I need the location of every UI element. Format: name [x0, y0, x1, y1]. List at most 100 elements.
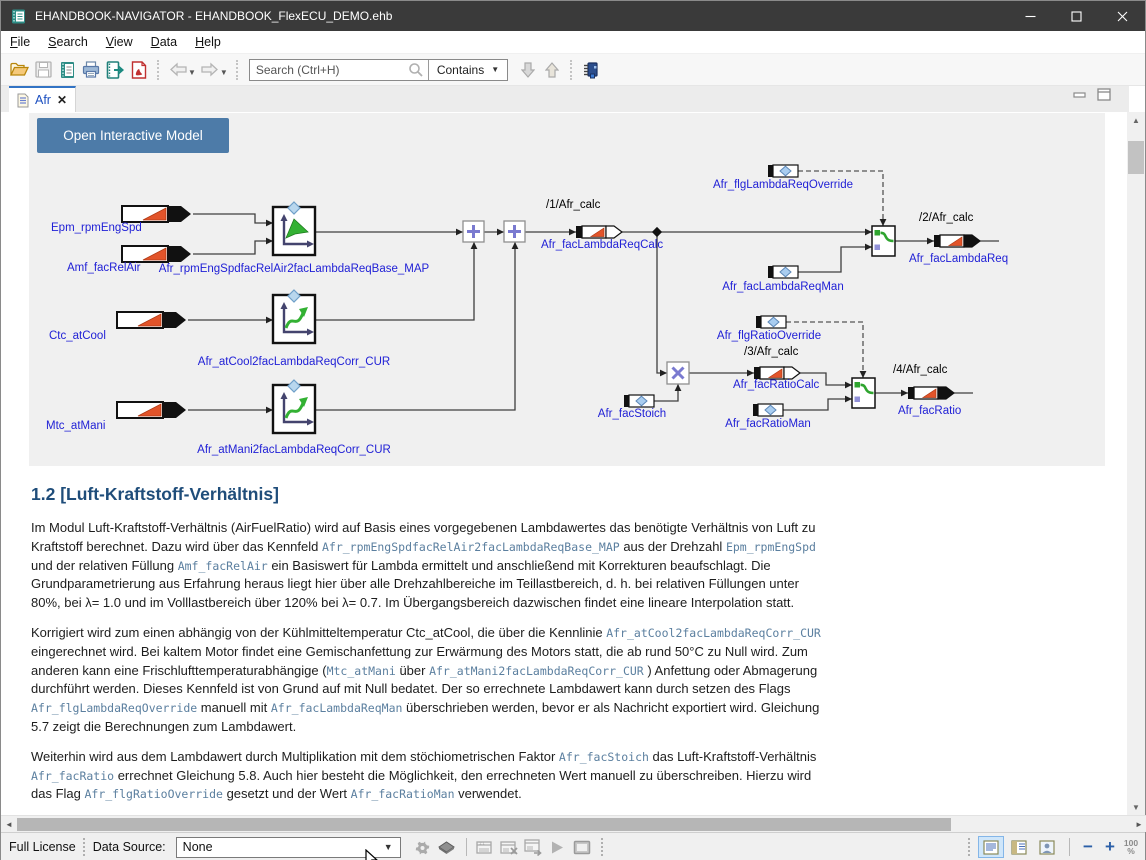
ecu-chip-icon[interactable]: [435, 836, 459, 858]
document-viewport[interactable]: Open Interactive Model Epm_rpmEngSpdAmf_…: [1, 112, 1129, 815]
split-view-icon[interactable]: [1006, 836, 1032, 858]
block-cur[interactable]: [273, 380, 315, 433]
back-history-caret[interactable]: ▼: [188, 68, 196, 77]
print-icon[interactable]: [79, 58, 103, 82]
arrowhead: [747, 370, 754, 377]
arrowhead: [860, 371, 867, 378]
menu-data[interactable]: Data: [142, 32, 186, 52]
scroll-up-icon[interactable]: ▲: [1127, 112, 1145, 128]
display-icon: [570, 836, 594, 858]
diagram-signal-label[interactable]: Afr_facLambdaReqMan: [722, 281, 843, 293]
model-element-link[interactable]: Afr_atMani2facLambdaReqCorr_CUR: [429, 664, 644, 678]
vertical-scroll-thumb[interactable]: [1128, 141, 1144, 174]
signal-marker-cal[interactable]: [768, 266, 798, 278]
diagram-signal-label[interactable]: Afr_flgRatioOverride: [717, 330, 821, 342]
gear-icon[interactable]: [411, 836, 435, 858]
maximize-button[interactable]: [1053, 1, 1099, 31]
match-mode-dropdown[interactable]: Contains ▼: [429, 63, 507, 77]
menu-help[interactable]: Help: [186, 32, 230, 52]
block-map[interactable]: [273, 202, 315, 255]
signal-marker-cal[interactable]: [753, 404, 783, 416]
diagram-signal-label[interactable]: Amf_facRelAir: [67, 262, 141, 274]
horizontal-scroll-thumb[interactable]: [17, 818, 951, 831]
tab-close-icon[interactable]: ✕: [57, 93, 67, 107]
pdf-icon[interactable]: [127, 58, 151, 82]
signal-marker-in[interactable]: [117, 312, 186, 328]
model-element-link[interactable]: Afr_flgLambdaReqOverride: [31, 701, 197, 715]
minimize-button[interactable]: [1007, 1, 1053, 31]
model-element-link[interactable]: Afr_facRatio: [31, 769, 114, 783]
diagram-signal-label[interactable]: Afr_facLambdaReqCalc: [541, 239, 663, 251]
model-element-link[interactable]: Mtc_atMani: [327, 664, 396, 678]
search-input[interactable]: [250, 61, 408, 79]
signal-marker-out[interactable]: [908, 387, 954, 399]
diagram-signal-label[interactable]: Mtc_atMani: [46, 420, 105, 432]
open-icon[interactable]: [7, 58, 31, 82]
model-element-link[interactable]: Afr_facRatioMan: [351, 787, 455, 801]
diagram-signal-label[interactable]: Afr_facRatio: [898, 405, 961, 417]
signal-marker-out[interactable]: [934, 235, 980, 247]
model-element-link[interactable]: Amf_facRelAir: [178, 559, 268, 573]
diagram-signal-label[interactable]: Epm_rpmEngSpd: [51, 222, 142, 234]
close-button[interactable]: [1099, 1, 1145, 31]
signal-marker-cal[interactable]: [756, 316, 786, 328]
single-page-view-icon[interactable]: [978, 836, 1004, 858]
menu-view[interactable]: View: [97, 32, 142, 52]
vertical-scrollbar[interactable]: ▲ ▼: [1127, 112, 1145, 815]
handbook-icon[interactable]: [55, 58, 79, 82]
block-mul[interactable]: [667, 362, 689, 384]
block-add[interactable]: [463, 221, 484, 242]
model-element-link[interactable]: Afr_atCool2facLambdaReqCorr_CUR: [606, 626, 821, 640]
block-sw[interactable]: [872, 226, 895, 256]
diagram-signal-label[interactable]: Afr_rpmEngSpdfacRelAir2facLambdaReqBase_…: [159, 263, 429, 275]
diagram-signal-label[interactable]: Afr_atCool2facLambdaReqCorr_CUR: [198, 356, 390, 368]
model-element-link[interactable]: Afr_facLambdaReqMan: [271, 701, 403, 715]
signal-marker-in[interactable]: [122, 246, 191, 262]
scroll-left-icon[interactable]: ◄: [1, 816, 17, 833]
model-element-link[interactable]: Afr_rpmEngSpdfacRelAir2facLambdaReqBase_…: [322, 540, 620, 554]
diagram-signal-label[interactable]: Afr_flgLambdaReqOverride: [713, 179, 853, 191]
signal-marker-msg[interactable]: [754, 367, 800, 379]
ecu-structure-icon[interactable]: [579, 58, 603, 82]
block-cur[interactable]: [273, 290, 315, 343]
diagram-signal-label[interactable]: Afr_facStoich: [598, 408, 666, 420]
minimize-view-icon[interactable]: [1073, 90, 1087, 100]
forward-history-caret[interactable]: ▼: [220, 68, 228, 77]
signal-marker-in[interactable]: [122, 206, 191, 222]
statusbar: Full License Data Source: None ▼ 1:1: [1, 832, 1145, 860]
data-source-label: Data Source:: [93, 840, 166, 854]
diagram-signal-label[interactable]: Afr_facRatioMan: [725, 418, 811, 430]
scroll-down-icon[interactable]: ▼: [1127, 799, 1145, 815]
arrowhead: [901, 390, 908, 397]
scroll-right-icon[interactable]: ►: [1131, 816, 1146, 833]
block-sw[interactable]: [852, 378, 875, 408]
model-element-link[interactable]: Epm_rpmEngSpd: [726, 540, 816, 554]
restore-view-icon[interactable]: [1097, 88, 1111, 101]
model-element-link[interactable]: Afr_facStoich: [559, 750, 649, 764]
data-source-dropdown[interactable]: None ▼: [176, 837, 401, 858]
zoom-out-button[interactable]: −: [1077, 837, 1099, 857]
diagram-signal-label[interactable]: Afr_facLambdaReq: [909, 253, 1008, 265]
export-icon[interactable]: [103, 58, 127, 82]
zoom-in-button[interactable]: +: [1099, 837, 1121, 857]
zoom-level[interactable]: 100 %: [1121, 839, 1141, 855]
menu-search[interactable]: Search: [39, 32, 97, 52]
svg-text:1:1: 1:1: [479, 840, 485, 845]
tab-afr[interactable]: Afr ✕: [9, 86, 76, 112]
diagram-signal-label[interactable]: Afr_atMani2facLambdaReqCorr_CUR: [197, 444, 391, 456]
diagram-signal-label[interactable]: Ctc_atCool: [49, 330, 106, 342]
signal-marker-in[interactable]: [117, 402, 186, 418]
signal-marker-cal[interactable]: [768, 165, 798, 177]
section-heading: 1.2 [Luft-Kraftstoff-Verhältnis]: [31, 484, 831, 505]
signal-marker-cal[interactable]: [624, 395, 654, 407]
menu-file[interactable]: File: [1, 32, 39, 52]
diagram-signal-label[interactable]: Afr_facRatioCalc: [733, 379, 819, 391]
tab-label: Afr: [35, 93, 51, 107]
author-view-icon[interactable]: [1034, 836, 1060, 858]
block-add[interactable]: [504, 221, 525, 242]
signal-marker-msg[interactable]: [576, 226, 622, 238]
signal-line: [193, 214, 273, 223]
horizontal-scrollbar[interactable]: ◄ ►: [1, 815, 1146, 832]
signal-line: [654, 384, 678, 401]
model-element-link[interactable]: Afr_flgRatioOverride: [84, 787, 222, 801]
